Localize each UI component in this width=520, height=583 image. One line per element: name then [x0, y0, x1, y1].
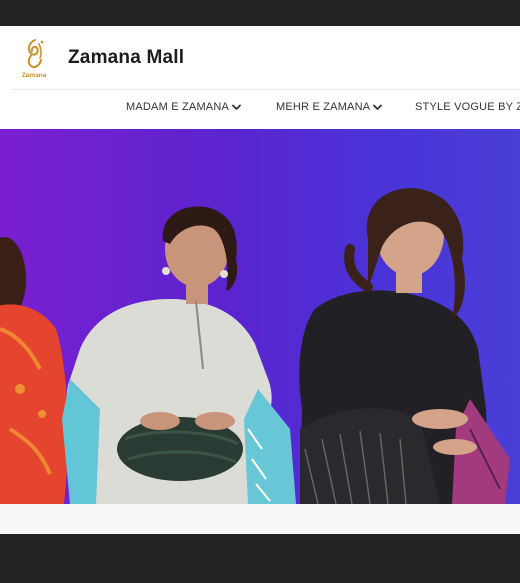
browser-top-bar [0, 0, 520, 26]
browser-bottom-bar [0, 534, 520, 583]
brand-name[interactable]: Zamana Mall [68, 47, 184, 69]
nav-item-label: STYLE VOGUE BY ZAM [415, 101, 520, 113]
nav-item-style-vogue[interactable]: STYLE VOGUE BY ZAM [415, 101, 520, 113]
brand-row: Zamana Zamana Mall [12, 26, 520, 90]
page: Zamana Zamana Mall MADAM E ZAMANA MEHR E… [0, 26, 520, 534]
nav-item-label: MEHR E ZAMANA [276, 101, 371, 113]
model-middle [62, 206, 296, 504]
nav-item-label: MADAM E ZAMANA [126, 101, 230, 113]
model-right [299, 188, 510, 504]
model-left [0, 237, 68, 504]
banner-models-photo [0, 188, 510, 504]
site-header: Zamana Zamana Mall MADAM E ZAMANA MEHR E… [0, 26, 520, 129]
zamana-logo[interactable]: Zamana [19, 36, 49, 80]
svg-text:Zamana: Zamana [22, 72, 47, 79]
hero-banner[interactable] [0, 129, 520, 504]
content-area [0, 504, 520, 534]
main-nav: MADAM E ZAMANA MEHR E ZAMANA STYLE VOGUE… [0, 89, 520, 129]
chevron-down-icon [373, 104, 383, 110]
nav-item-madam-e-zamana[interactable]: MADAM E ZAMANA [126, 101, 241, 113]
nav-item-mehr-e-zamana[interactable]: MEHR E ZAMANA [276, 101, 383, 113]
chevron-down-icon [232, 104, 241, 110]
